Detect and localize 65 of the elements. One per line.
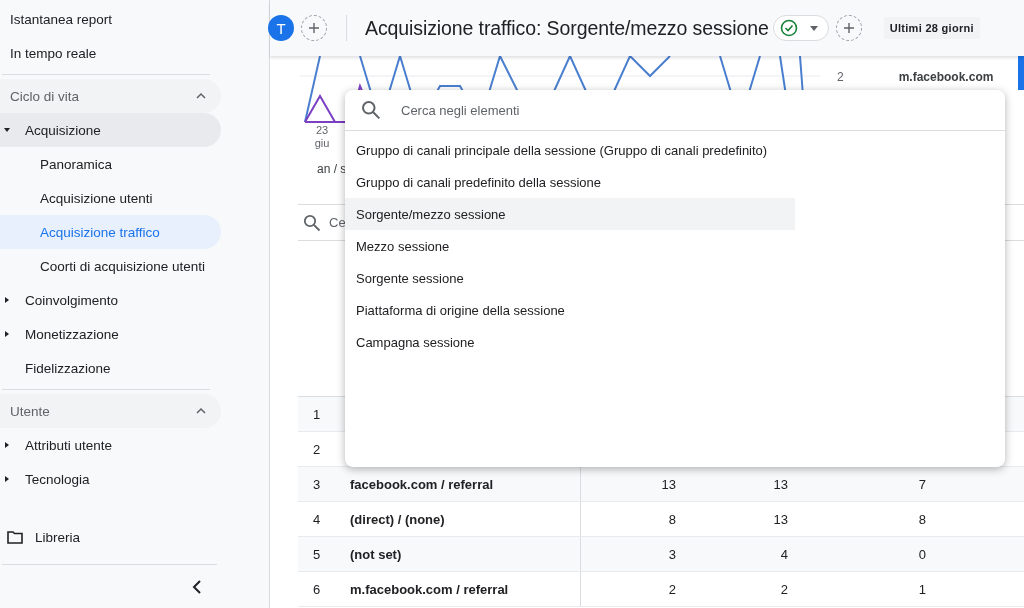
plus-icon: [308, 22, 320, 34]
axis-label: 23 giu: [313, 124, 331, 150]
nav-item[interactable]: Coorti di acquisizione utenti: [0, 249, 221, 283]
nav-item[interactable]: Attributi utente: [0, 428, 221, 462]
menu-option[interactable]: Sorgente sessione: [345, 262, 795, 294]
nav-item[interactable]: Coinvolgimento: [0, 283, 221, 317]
table-cell-text: 13: [772, 476, 788, 492]
search-icon: [361, 100, 381, 120]
nav-item[interactable]: Panoramica: [0, 147, 221, 181]
table-cell-text: 6: [312, 581, 322, 597]
caret-icon: [4, 127, 10, 133]
library-link[interactable]: Libreria: [0, 520, 269, 554]
table-cell-text: 0: [917, 546, 926, 562]
table-cell-text: 3: [312, 476, 322, 492]
table-cell-text: 1: [312, 406, 322, 422]
check-circle-icon: [779, 19, 798, 37]
report-title: Acquisizione traffico: Sorgente/mezzo sessione: [365, 16, 769, 40]
date-range-chip[interactable]: Ultimi 28 giorni: [883, 17, 980, 39]
table-cell-text: 4: [312, 511, 322, 527]
nav-item[interactable]: Acquisizione traffico: [0, 215, 221, 249]
table-cell-text: 2: [779, 581, 788, 597]
menu-option[interactable]: Sorgente/mezzo sessione: [345, 198, 795, 230]
table-cell-text: 2: [667, 581, 676, 597]
menu-option[interactable]: Gruppo di canali predefinito della sessione: [345, 166, 795, 198]
table-cell-text: 7: [917, 476, 926, 492]
table-cell-text: 5: [312, 546, 322, 562]
menu-option[interactable]: Campagna sessione: [345, 326, 795, 358]
menu-search-field[interactable]: Cerca negli elementi: [399, 101, 1005, 119]
nav-item[interactable]: Acquisizione: [0, 113, 221, 147]
caret-icon: [4, 442, 10, 448]
menu-option[interactable]: Gruppo di canali principale della sessione (Gruppo di canali predefinito): [345, 134, 795, 166]
nav-item[interactable]: Monetizzazione: [0, 317, 221, 351]
table-cell: (direct) / (none): [350, 502, 581, 536]
nav-item[interactable]: In tempo reale: [0, 36, 221, 70]
table-cell-text: 13: [772, 511, 788, 527]
status-dropdown[interactable]: [772, 15, 829, 41]
table-cell-text: 2: [312, 441, 322, 457]
table-cell-text: 3: [667, 546, 676, 562]
table-cell: m.facebook.com / referral: [350, 572, 581, 606]
folder-icon: [7, 530, 23, 544]
nav-item[interactable]: Acquisizione utenti: [0, 181, 221, 215]
caret-icon: [4, 297, 10, 303]
legend-label: m.facebook.com: [898, 70, 994, 84]
caret-icon: [809, 25, 818, 31]
caret-icon: [4, 476, 10, 482]
table-cell-text: 4: [779, 546, 788, 562]
scroll-bar: [1018, 56, 1024, 90]
section-header[interactable]: Ciclo di vita: [0, 79, 221, 113]
plus-icon: [842, 22, 855, 34]
table-cell-text: 8: [917, 511, 926, 527]
menu-option[interactable]: Mezzo sessione: [345, 230, 795, 262]
nav-item[interactable]: Tecnologia: [0, 462, 221, 496]
section-header[interactable]: Utente: [0, 394, 221, 428]
table-cell-text: 8: [667, 511, 676, 527]
table-cell-text: 1: [917, 581, 926, 597]
chevron-left-icon: [192, 580, 202, 594]
nav-item[interactable]: Istantanea report: [0, 2, 221, 36]
table-cell-text: 13: [660, 476, 676, 492]
avatar[interactable]: T: [268, 15, 294, 41]
menu-option[interactable]: Piattaforma di origine della sessione: [345, 294, 795, 326]
search-icon: [303, 213, 321, 232]
legend-value: 2: [837, 70, 844, 84]
table-cell: (not set): [350, 537, 581, 571]
nav-item[interactable]: Fidelizzazione: [0, 351, 221, 385]
caret-icon: [4, 331, 10, 337]
